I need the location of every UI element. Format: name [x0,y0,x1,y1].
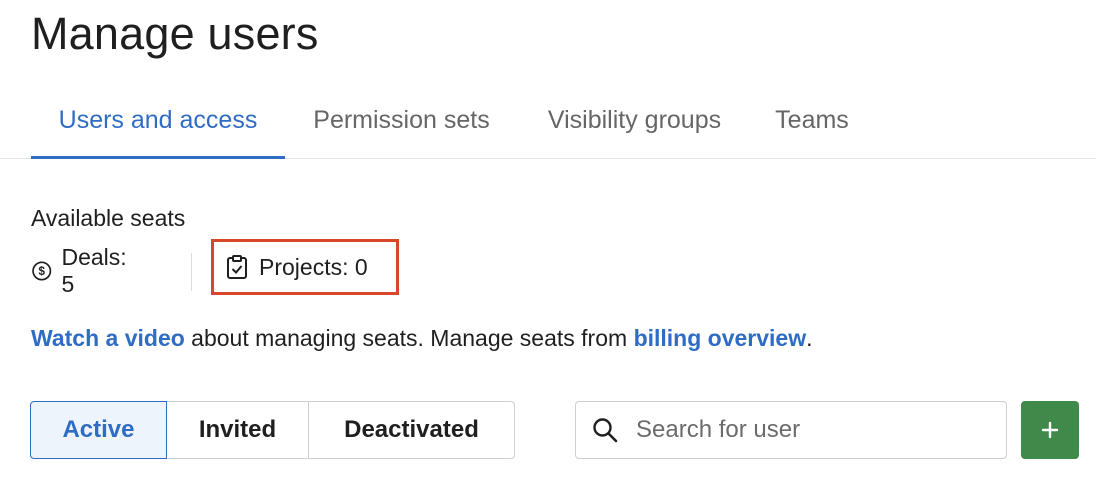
clipboard-check-icon [227,255,247,279]
page-title: Manage users [31,8,319,59]
plus-icon [1041,421,1059,439]
tab-users-and-access[interactable]: Users and access [31,92,285,159]
projects-seat-label: Projects: 0 [259,253,368,280]
projects-seat-count: Projects: 0 [211,239,399,295]
deals-seat-count: $ Deals: 5 [31,244,131,297]
filter-invited-button[interactable]: Invited [166,401,309,459]
info-middle-text: about managing seats. Manage seats from [184,325,634,351]
info-end-text: . [806,325,813,351]
seat-divider [191,253,192,291]
dollar-circle-icon: $ [32,261,52,281]
svg-text:$: $ [39,266,46,278]
manage-users-page: Manage users Users and access Permission… [0,0,1096,484]
deals-seat-label: Deals: 5 [61,244,127,297]
search-input[interactable] [634,415,978,445]
billing-overview-link[interactable]: billing overview [634,325,807,351]
available-seats-heading: Available seats [31,205,186,231]
user-status-filter: Active Invited Deactivated [30,401,515,459]
tab-teams[interactable]: Teams [773,92,851,158]
seat-info-text: Watch a video about managing seats. Mana… [31,325,813,352]
search-icon [593,418,618,443]
tab-permission-sets[interactable]: Permission sets [307,92,496,158]
filter-deactivated-button[interactable]: Deactivated [308,401,515,459]
tab-visibility-groups[interactable]: Visibility groups [539,92,730,158]
watch-video-link[interactable]: Watch a video [31,325,185,351]
tab-bar: Users and access Permission sets Visibil… [0,92,1096,159]
add-user-button[interactable] [1021,401,1079,459]
filter-active-button[interactable]: Active [30,401,167,459]
user-search-box[interactable] [575,401,1007,459]
